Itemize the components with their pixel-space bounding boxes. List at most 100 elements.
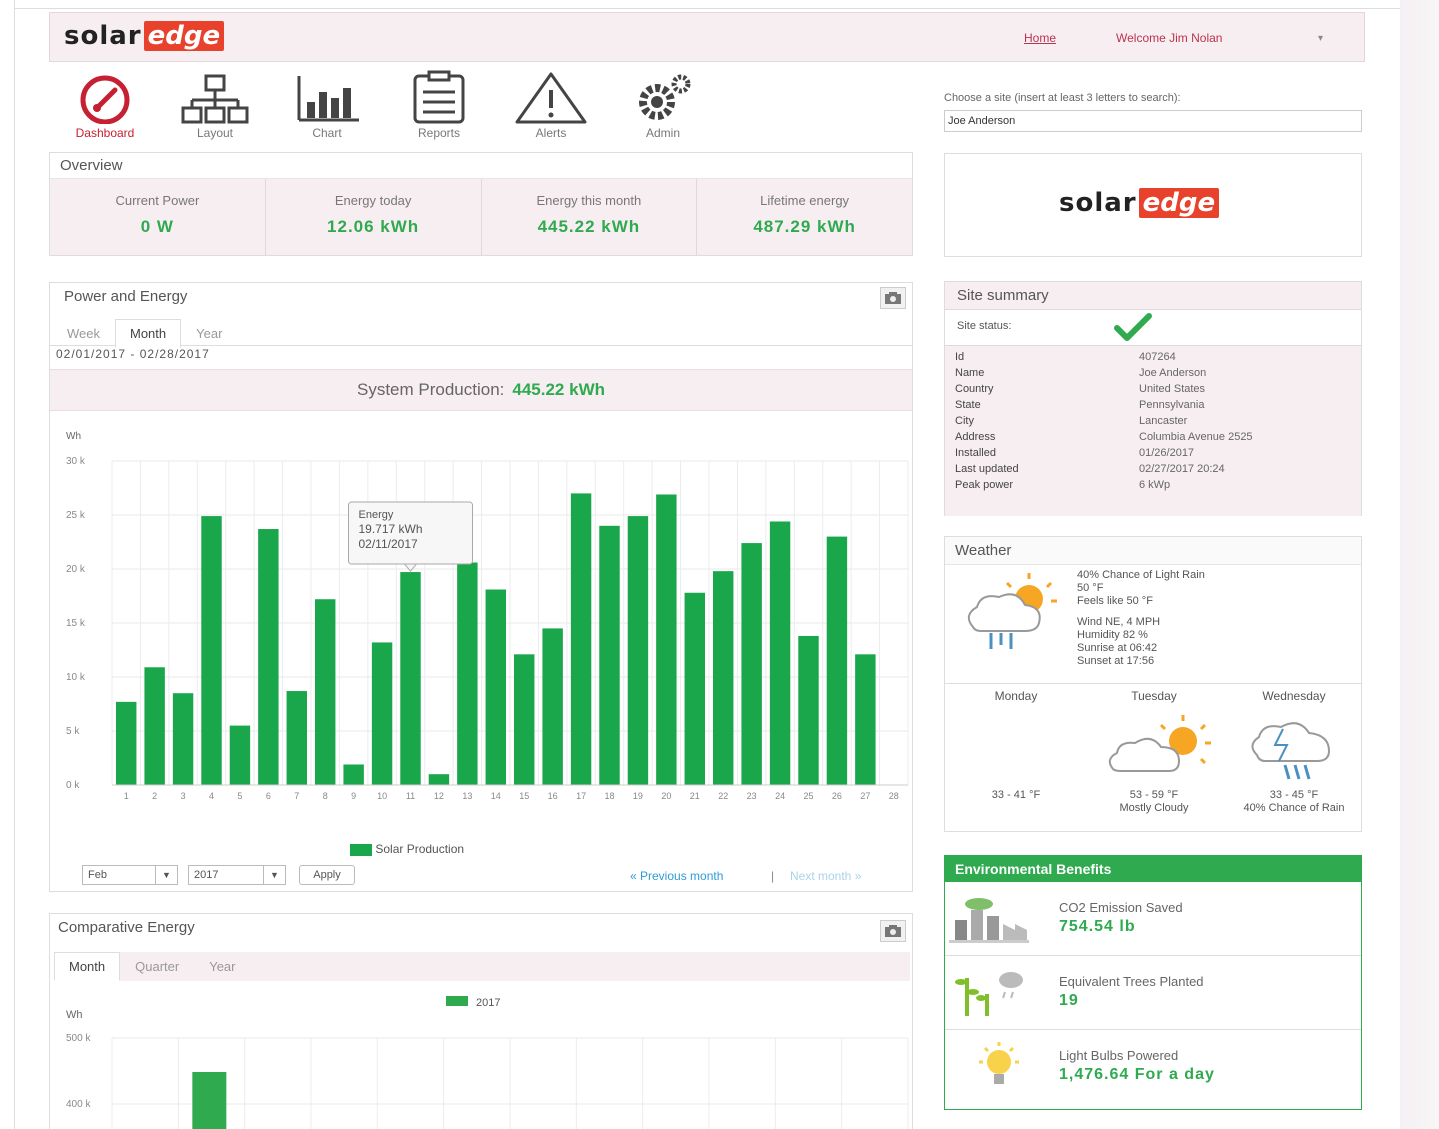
- overview-card-energy-month: Energy this month 445.22 kWh: [482, 179, 698, 255]
- year-select-value: 2017: [194, 869, 219, 881]
- bar: [798, 635, 819, 785]
- comparative-energy-panel: Comparative Energy Month Quarter Year 20…: [49, 913, 913, 1129]
- nav-layout[interactable]: Layout: [165, 70, 265, 140]
- site-search-input[interactable]: [944, 110, 1362, 132]
- bar: [542, 628, 563, 785]
- forecast-monday: Monday: [951, 689, 1081, 703]
- partly-cloudy-icon: [1108, 715, 1211, 772]
- production-value: 445.22 kWh: [512, 380, 605, 399]
- chart-legend[interactable]: Solar Production: [350, 842, 464, 856]
- nav-label: Admin: [645, 126, 680, 140]
- bar: [192, 1072, 227, 1129]
- bar: [116, 701, 137, 785]
- x-tick-label: 1: [124, 791, 129, 801]
- bar: [769, 521, 791, 785]
- y-tick-label: 5 k: [66, 726, 80, 737]
- x-tick-label: 3: [181, 791, 186, 801]
- site-logo: solar edge: [1059, 188, 1220, 218]
- top-bar: solar edge Home Welcome Jim Nolan ▾: [49, 12, 1365, 62]
- apply-button[interactable]: Apply: [299, 865, 355, 885]
- date-range: 02/01/2017 - 02/28/2017: [56, 347, 210, 361]
- y-tick-label: 0 k: [66, 780, 80, 791]
- rain-sun-icon: [967, 573, 1057, 649]
- logo-text-solar: solar: [1059, 188, 1137, 218]
- env-title: Environmental Benefits: [945, 856, 1361, 882]
- nav-dashboard[interactable]: Dashboard: [55, 70, 155, 140]
- year-select[interactable]: 2017 ▼: [188, 865, 286, 885]
- bar: [428, 774, 450, 785]
- home-link[interactable]: Home: [1024, 31, 1056, 45]
- weather-line: Sunrise at 06:42: [1077, 642, 1158, 654]
- nav-admin[interactable]: Admin: [613, 70, 713, 140]
- site-detail-key: Address: [955, 431, 996, 443]
- bar: [713, 571, 734, 785]
- card-title: Lifetime energy: [760, 193, 850, 208]
- bar: [371, 642, 393, 785]
- forecast-day-name: Monday: [994, 689, 1038, 703]
- x-tick-label: 19: [633, 791, 643, 801]
- chevron-down-icon[interactable]: ▾: [1318, 33, 1323, 44]
- site-detail-value: 01/26/2017: [1139, 447, 1195, 459]
- chevron-down-icon: ▼: [155, 866, 177, 884]
- nav-chart[interactable]: Chart: [277, 70, 377, 140]
- next-month-link[interactable]: Next month »: [790, 869, 861, 883]
- tab-year[interactable]: Year: [181, 319, 237, 348]
- nav-label: Chart: [312, 126, 342, 140]
- system-production: System Production: 445.22 kWh: [50, 369, 912, 411]
- x-tick-label: 24: [775, 791, 785, 801]
- tab-month[interactable]: Month: [115, 319, 182, 348]
- nav-alerts[interactable]: Alerts: [501, 70, 601, 140]
- x-tick-label: 21: [690, 791, 700, 801]
- site-status-row: Site status:: [945, 310, 1361, 346]
- layout-icon: [181, 74, 249, 124]
- solaredge-logo[interactable]: solar edge: [64, 21, 225, 51]
- x-tick-label: 22: [718, 791, 728, 801]
- chart-icon: [297, 76, 359, 122]
- x-tick-label: 20: [661, 791, 671, 801]
- x-tick-label: 27: [860, 791, 870, 801]
- nav-reports[interactable]: Reports: [389, 70, 489, 140]
- chevron-down-icon: ▼: [263, 866, 285, 884]
- site-summary-title: Site summary: [945, 282, 1361, 310]
- site-detail-key: Installed: [955, 447, 996, 459]
- camera-icon[interactable]: [880, 287, 906, 309]
- site-detail-key: Last updated: [955, 463, 1019, 475]
- site-detail-value: United States: [1139, 383, 1206, 395]
- forecast-temp: 33 - 45 °F: [1269, 789, 1319, 801]
- tab-week[interactable]: Week: [52, 319, 115, 348]
- y-tick-label: 10 k: [66, 672, 86, 683]
- bar: [627, 516, 649, 785]
- reports-icon: [413, 70, 465, 124]
- bar: [343, 764, 364, 785]
- y-tick-label: 20 k: [66, 564, 86, 575]
- card-title: Current Power: [115, 193, 200, 208]
- bar: [741, 543, 762, 785]
- camera-icon[interactable]: [880, 920, 906, 942]
- logo-text-edge: edge: [1138, 188, 1220, 218]
- frame-left-border: [14, 0, 15, 1129]
- month-select[interactable]: Feb ▼: [82, 865, 178, 885]
- bar: [286, 691, 307, 785]
- welcome-user-menu[interactable]: Welcome Jim Nolan: [1116, 31, 1222, 45]
- y-tick-label: 400 k: [66, 1099, 91, 1110]
- site-detail-value: Pennsylvania: [1139, 399, 1205, 411]
- x-tick-label: 6: [266, 791, 271, 801]
- overview-title: Overview: [50, 153, 912, 179]
- legend-label: Solar Production: [375, 842, 465, 856]
- env-co2: CO2 Emission Saved 754.54 lb: [945, 882, 1361, 956]
- comparative-bar-chart[interactable]: 2017 Wh 500 k 400 k: [50, 974, 912, 1129]
- power-energy-bar-chart[interactable]: Wh0 k5 k10 k15 k20 k25 k30 k1 2 3 4 5 6 7 8 9 10 1…: [50, 423, 912, 813]
- power-energy-panel: Power and Energy Week Month Year 02/01/2…: [49, 282, 913, 892]
- forecast-tuesday-temp: 53 - 59 °F Mostly Cloudy: [1089, 789, 1219, 815]
- bar: [144, 667, 165, 785]
- y-axis-label: Wh: [66, 1009, 83, 1021]
- site-status-label: Site status:: [957, 320, 1012, 332]
- y-axis-label: Wh: [66, 431, 81, 442]
- bar: [201, 516, 222, 785]
- tooltip-pointer: [403, 563, 418, 572]
- previous-month-link[interactable]: « Previous month: [630, 869, 723, 883]
- forecast-day-name: Tuesday: [1131, 689, 1177, 703]
- pager-separator: |: [771, 869, 775, 883]
- y-tick-label: 500 k: [66, 1033, 91, 1044]
- thunderstorm-icon: [1251, 722, 1331, 780]
